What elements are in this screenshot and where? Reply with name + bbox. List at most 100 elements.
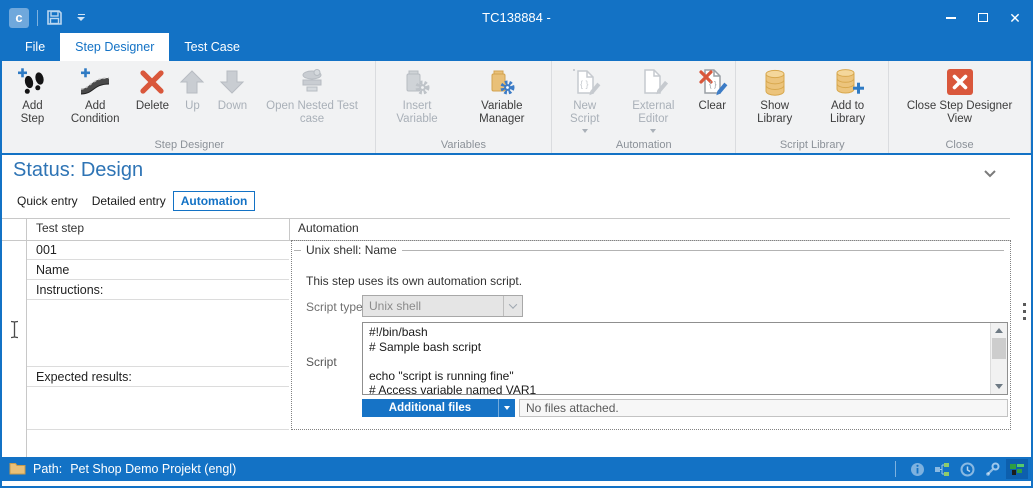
ribbon-group-label: Variables xyxy=(379,137,549,152)
ribbon-group-step-designer: Add Step Add Condition xyxy=(4,61,376,153)
tab-detailed-entry[interactable]: Detailed entry xyxy=(85,192,173,210)
tab-step-designer[interactable]: Step Designer xyxy=(60,33,169,61)
clear-button[interactable]: { } Clear xyxy=(692,64,732,114)
script-type-label: Script type xyxy=(306,300,363,314)
insert-variable-button[interactable]: Insert Variable xyxy=(379,64,456,127)
new-script-button[interactable]: { } New Script xyxy=(555,64,614,134)
save-icon xyxy=(46,9,63,26)
close-step-designer-view-button[interactable]: Close Step Designer View xyxy=(892,64,1027,127)
ribbon-group-variables: Insert Variable Variable Manager xyxy=(376,61,553,153)
hierarchy-icon[interactable] xyxy=(931,459,953,479)
app-icon[interactable]: c xyxy=(9,8,29,28)
grip-icon[interactable] xyxy=(1023,303,1026,320)
scroll-up-icon[interactable] xyxy=(991,323,1007,338)
variable-manager-icon xyxy=(486,65,518,99)
open-nested-test-case-button[interactable]: Open Nested Test case xyxy=(252,64,371,127)
titlebar-separator xyxy=(37,10,38,26)
automation-cell-panel: Unix shell: Name This step uses its own … xyxy=(291,240,1011,430)
script-editor[interactable]: #!/bin/bash # Sample bash script echo "s… xyxy=(362,322,1008,395)
script-text[interactable]: #!/bin/bash # Sample bash script echo "s… xyxy=(363,323,990,394)
add-to-library-icon xyxy=(832,65,864,99)
tab-test-case[interactable]: Test Case xyxy=(169,33,255,61)
ribbon-group-automation: { } New Script Exte xyxy=(552,61,736,153)
up-icon xyxy=(176,65,208,99)
expected-results-edit-area[interactable] xyxy=(27,387,289,430)
quick-access-chevron-icon[interactable] xyxy=(77,14,85,22)
tab-quick-entry[interactable]: Quick entry xyxy=(10,192,85,210)
minimize-icon xyxy=(946,17,956,19)
scrollbar-thumb[interactable] xyxy=(992,338,1006,359)
add-step-button[interactable]: Add Step xyxy=(7,64,58,127)
close-button[interactable]: ✕ xyxy=(999,2,1031,33)
ribbon-group-close: Close Step Designer View Close xyxy=(889,61,1031,153)
automation-description: This step uses its own automation script… xyxy=(306,274,522,288)
unix-shell-groupbox: Unix shell: Name xyxy=(294,243,1004,257)
scroll-down-icon[interactable] xyxy=(991,379,1007,394)
save-button[interactable] xyxy=(46,9,63,26)
folder-icon xyxy=(9,461,26,478)
step-name-cell[interactable]: Name xyxy=(27,260,289,280)
expected-results-label-cell[interactable]: Expected results: xyxy=(27,367,289,387)
groupbox-title: Unix shell: Name xyxy=(301,243,402,257)
app-window: c TC138884 - ✕ File Step Designer Test C… xyxy=(0,0,1033,488)
tools-icon[interactable] xyxy=(981,459,1003,479)
svg-text:{ }: { } xyxy=(709,80,717,89)
ribbon: Add Step Add Condition xyxy=(2,61,1031,155)
variable-manager-button[interactable]: Variable Manager xyxy=(455,64,548,127)
status-heading: Status: Design xyxy=(13,159,143,182)
additional-files-caret-icon[interactable] xyxy=(498,399,515,417)
external-editor-icon xyxy=(637,65,669,99)
add-condition-icon xyxy=(79,65,111,99)
ribbon-group-script-library: Show Library Add to Library Script Libra… xyxy=(736,61,889,153)
new-script-icon: { } xyxy=(569,65,601,99)
attachments-status-text: No files attached. xyxy=(526,401,619,415)
show-library-icon xyxy=(759,65,791,99)
add-step-icon xyxy=(16,65,48,99)
maximize-icon xyxy=(978,13,988,22)
down-icon xyxy=(216,65,248,99)
maximize-button[interactable] xyxy=(967,2,999,33)
up-button[interactable]: Up xyxy=(172,64,212,114)
step-number-cell[interactable]: 001 xyxy=(27,240,289,260)
script-type-value: Unix shell xyxy=(363,299,503,313)
ribbon-group-label: Script Library xyxy=(739,137,885,152)
external-editor-button[interactable]: External Editor xyxy=(614,64,692,134)
ribbon-group-label: Step Designer xyxy=(7,137,372,152)
add-to-library-button[interactable]: Add to Library xyxy=(810,64,885,127)
minimize-button[interactable] xyxy=(935,2,967,33)
ribbon-tab-bar: File Step Designer Test Case xyxy=(2,33,1031,61)
add-condition-button[interactable]: Add Condition xyxy=(58,64,133,127)
info-icon[interactable] xyxy=(906,459,928,479)
entry-tab-strip: Quick entry Detailed entry Automation xyxy=(10,191,255,211)
down-button[interactable]: Down xyxy=(212,64,252,114)
close-icon: ✕ xyxy=(1009,11,1021,25)
test-step-rows: 001 Name Instructions: Expected results: xyxy=(27,240,289,430)
close-view-icon xyxy=(944,65,976,99)
tab-automation[interactable]: Automation xyxy=(173,191,256,211)
script-label: Script xyxy=(306,355,337,369)
title-bar: c TC138884 - ✕ xyxy=(2,2,1031,33)
themes-icon[interactable] xyxy=(1006,459,1028,479)
additional-files-button[interactable]: Additional files xyxy=(362,399,515,417)
instructions-edit-area[interactable] xyxy=(27,300,289,367)
ribbon-group-label: Automation xyxy=(555,137,732,152)
instructions-label-cell[interactable]: Instructions: xyxy=(27,280,289,300)
show-library-button[interactable]: Show Library xyxy=(739,64,810,127)
status-bar: Path: Pet Shop Demo Projekt (engl) xyxy=(2,457,1031,481)
window-title: TC138884 - xyxy=(2,10,1031,25)
status-bar-icons xyxy=(895,457,1031,481)
tab-file[interactable]: File xyxy=(10,33,60,61)
script-scrollbar[interactable] xyxy=(990,323,1007,394)
test-step-column-header: Test step xyxy=(36,221,84,235)
svg-text:{ }: { } xyxy=(580,79,589,89)
script-type-select[interactable]: Unix shell xyxy=(362,295,523,317)
dropdown-caret-icon xyxy=(650,129,656,133)
delete-button[interactable]: Delete xyxy=(132,64,172,114)
dropdown-caret-icon xyxy=(582,129,588,133)
history-icon[interactable] xyxy=(956,459,978,479)
path-value: Pet Shop Demo Projekt (engl) xyxy=(70,462,236,476)
automation-column-header: Automation xyxy=(298,221,359,235)
open-nested-icon xyxy=(296,65,328,99)
collapse-chevron-icon[interactable] xyxy=(983,165,997,183)
delete-icon xyxy=(136,65,168,99)
